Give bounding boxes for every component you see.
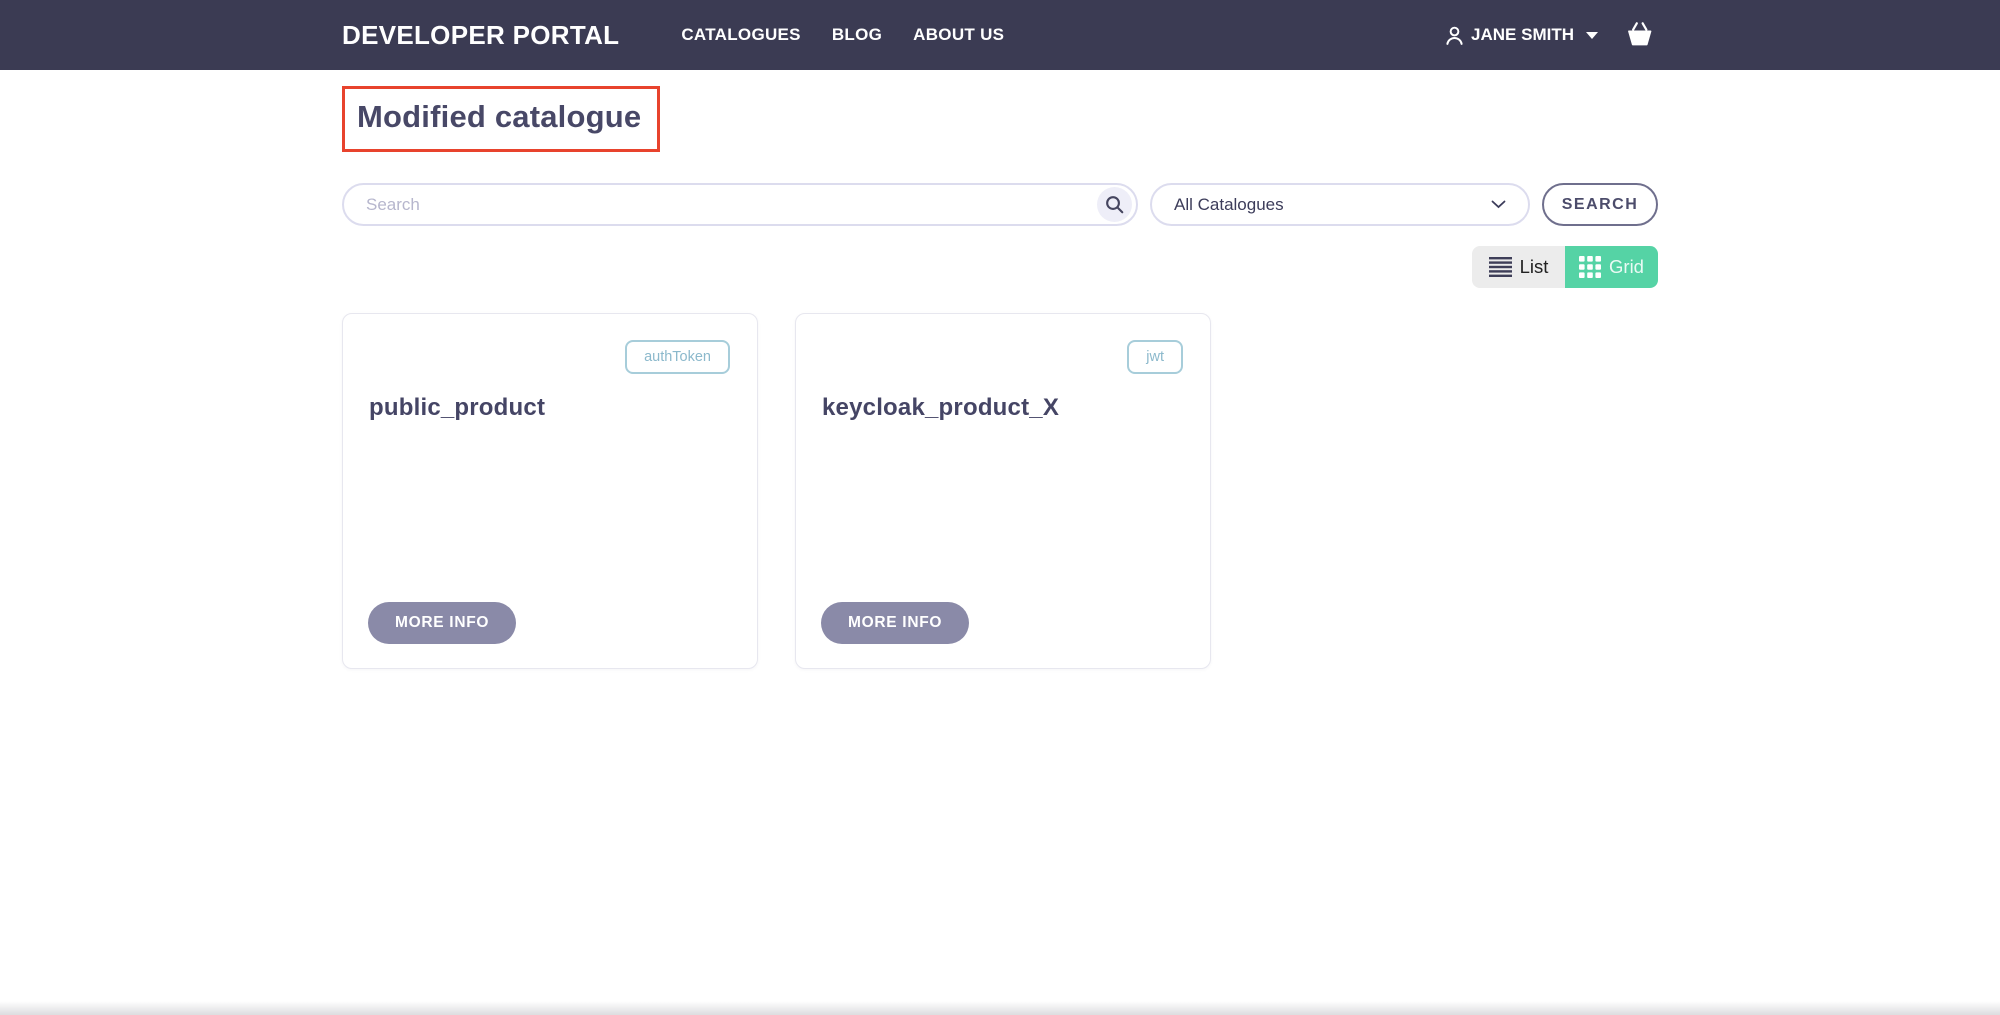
user-name: JANE SMITH: [1471, 25, 1574, 45]
main-nav: CATALOGUES BLOG ABOUT US: [681, 25, 1004, 45]
grid-icon: [1579, 256, 1601, 278]
more-info-button[interactable]: MORE INFO: [368, 602, 516, 644]
view-toggle-list-label: List: [1520, 256, 1549, 278]
basket-button[interactable]: [1622, 20, 1658, 50]
product-card: jwt keycloak_product_X MORE INFO: [795, 313, 1211, 669]
search-input[interactable]: [344, 185, 1076, 224]
more-info-button[interactable]: MORE INFO: [821, 602, 969, 644]
bottom-shadow: [0, 1001, 2000, 1015]
title-highlight-box: Modified catalogue: [342, 86, 660, 152]
top-navbar: DEVELOPER PORTAL CATALOGUES BLOG ABOUT U…: [0, 0, 2000, 70]
nav-item-blog[interactable]: BLOG: [832, 25, 882, 45]
search-field: [342, 183, 1138, 226]
catalogue-filter-select[interactable]: All Catalogues: [1150, 183, 1530, 226]
search-bar: All Catalogues SEARCH: [342, 183, 1658, 226]
nav-item-about-us[interactable]: ABOUT US: [913, 25, 1004, 45]
basket-icon: [1622, 20, 1658, 50]
view-toggle-list[interactable]: List: [1472, 246, 1565, 288]
view-toggle: List Grid: [342, 246, 1658, 288]
search-button[interactable]: SEARCH: [1542, 183, 1658, 226]
page-title: Modified catalogue: [357, 99, 641, 135]
view-toggle-grid[interactable]: Grid: [1565, 246, 1658, 288]
chevron-down-icon: [1491, 200, 1506, 209]
catalogue-filter-value: All Catalogues: [1174, 195, 1284, 215]
product-name: keycloak_product_X: [822, 394, 1059, 422]
product-grid: authToken public_product MORE INFO jwt k…: [342, 313, 1658, 669]
chevron-down-icon: [1586, 32, 1598, 39]
view-toggle-grid-label: Grid: [1609, 256, 1644, 278]
product-name: public_product: [369, 394, 545, 422]
person-icon: [1444, 25, 1465, 46]
product-tag-badge: jwt: [1127, 340, 1183, 374]
product-tag-badge: authToken: [625, 340, 730, 374]
search-icon-button[interactable]: [1097, 187, 1132, 222]
user-menu[interactable]: JANE SMITH: [1444, 25, 1598, 46]
nav-item-catalogues[interactable]: CATALOGUES: [681, 25, 800, 45]
product-card: authToken public_product MORE INFO: [342, 313, 758, 669]
list-icon: [1489, 256, 1512, 278]
main-content: Modified catalogue All Catalogues SEARCH: [342, 70, 1658, 669]
brand-logo[interactable]: DEVELOPER PORTAL: [342, 20, 619, 51]
search-icon: [1104, 194, 1125, 215]
